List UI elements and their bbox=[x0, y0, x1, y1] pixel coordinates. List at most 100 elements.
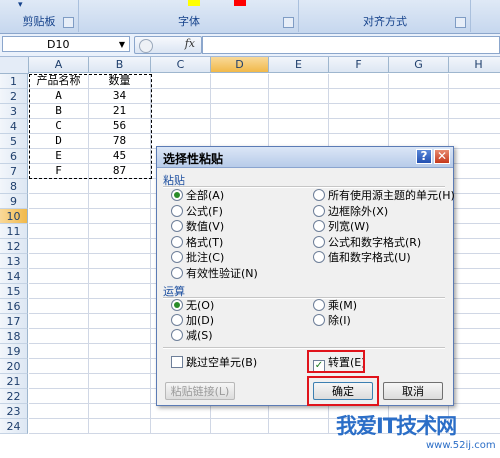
dialog-launcher-icon[interactable] bbox=[455, 17, 466, 28]
cell-c2[interactable] bbox=[151, 89, 211, 104]
cell-a8[interactable] bbox=[29, 179, 89, 194]
cell-a18[interactable] bbox=[29, 329, 89, 344]
radio-button[interactable] bbox=[313, 189, 325, 201]
cell-h16[interactable] bbox=[449, 299, 500, 314]
cell-b8[interactable] bbox=[89, 179, 151, 194]
radio-option[interactable]: 公式和数字格式(R) bbox=[313, 235, 421, 250]
row-header-22[interactable]: 22 bbox=[0, 389, 28, 404]
cell-a9[interactable] bbox=[29, 194, 89, 209]
row-header-24[interactable]: 24 bbox=[0, 419, 28, 434]
ok-button[interactable]: 确定 bbox=[313, 382, 373, 400]
radio-button[interactable] bbox=[171, 235, 183, 248]
radio-option[interactable]: 值和数字格式(U) bbox=[313, 251, 411, 265]
cell-b1[interactable]: 数量 bbox=[89, 74, 151, 89]
cell-g3[interactable] bbox=[389, 104, 449, 119]
cell-a16[interactable] bbox=[29, 299, 89, 314]
row-header-7[interactable]: 7 bbox=[0, 164, 28, 179]
cell-b6[interactable]: 45 bbox=[89, 149, 151, 164]
cell-b9[interactable] bbox=[89, 194, 151, 209]
cell-b16[interactable] bbox=[89, 299, 151, 314]
cell-b22[interactable] bbox=[89, 389, 151, 404]
cell-h18[interactable] bbox=[449, 329, 500, 344]
cell-h2[interactable] bbox=[449, 89, 500, 104]
font-color-swatch[interactable] bbox=[234, 0, 246, 6]
cell-b24[interactable] bbox=[89, 419, 151, 434]
column-header-h[interactable]: H bbox=[449, 57, 500, 73]
cell-h5[interactable] bbox=[449, 134, 500, 149]
cell-b12[interactable] bbox=[89, 239, 151, 254]
cell-h3[interactable] bbox=[449, 104, 500, 119]
cell-a15[interactable] bbox=[29, 284, 89, 299]
row-header-14[interactable]: 14 bbox=[0, 269, 28, 284]
cell-h21[interactable] bbox=[449, 374, 500, 389]
row-header-21[interactable]: 21 bbox=[0, 374, 28, 389]
cell-f4[interactable] bbox=[329, 119, 389, 134]
dialog-launcher-icon[interactable] bbox=[63, 17, 74, 28]
cell-h12[interactable] bbox=[449, 239, 500, 254]
cell-a21[interactable] bbox=[29, 374, 89, 389]
radio-button[interactable] bbox=[171, 204, 183, 217]
cell-e2[interactable] bbox=[269, 89, 329, 104]
radio-option[interactable]: 全部(A) bbox=[171, 189, 224, 203]
radio-option[interactable]: 公式(F) bbox=[171, 204, 223, 219]
radio-button[interactable] bbox=[171, 189, 183, 201]
row-header-8[interactable]: 8 bbox=[0, 179, 28, 194]
row-header-10[interactable]: 10 bbox=[0, 209, 28, 224]
skip-blanks-checkbox[interactable]: 跳过空单元(B) bbox=[171, 356, 257, 370]
cell-c1[interactable] bbox=[151, 74, 211, 89]
radio-option[interactable]: 边框除外(X) bbox=[313, 204, 388, 219]
cell-d24[interactable] bbox=[211, 419, 269, 434]
radio-option[interactable]: 乘(M) bbox=[313, 299, 357, 313]
cell-h9[interactable] bbox=[449, 194, 500, 209]
paste-link-button[interactable]: 粘贴链接(L) bbox=[165, 382, 235, 400]
row-header-15[interactable]: 15 bbox=[0, 284, 28, 299]
column-header-g[interactable]: G bbox=[389, 57, 449, 73]
transpose-checkbox[interactable]: ✓ 转置(E) bbox=[313, 356, 366, 372]
cell-h7[interactable] bbox=[449, 164, 500, 179]
select-all-corner[interactable] bbox=[0, 57, 29, 74]
row-header-4[interactable]: 4 bbox=[0, 119, 28, 134]
cell-h13[interactable] bbox=[449, 254, 500, 269]
cell-b18[interactable] bbox=[89, 329, 151, 344]
radio-button[interactable] bbox=[313, 314, 325, 326]
cell-b19[interactable] bbox=[89, 344, 151, 359]
row-header-3[interactable]: 3 bbox=[0, 104, 28, 119]
cell-h20[interactable] bbox=[449, 359, 500, 374]
radio-option[interactable]: 格式(T) bbox=[171, 235, 223, 250]
cell-c3[interactable] bbox=[151, 104, 211, 119]
cell-b20[interactable] bbox=[89, 359, 151, 374]
cell-b7[interactable]: 87 bbox=[89, 164, 151, 179]
radio-button[interactable] bbox=[171, 329, 183, 341]
cell-h15[interactable] bbox=[449, 284, 500, 299]
cell-a22[interactable] bbox=[29, 389, 89, 404]
cell-a7[interactable]: F bbox=[29, 164, 89, 179]
cell-h11[interactable] bbox=[449, 224, 500, 239]
cell-c24[interactable] bbox=[151, 419, 211, 434]
cell-h4[interactable] bbox=[449, 119, 500, 134]
radio-option[interactable]: 批注(C) bbox=[171, 251, 224, 265]
row-header-1[interactable]: 1 bbox=[0, 74, 28, 89]
cell-g1[interactable] bbox=[389, 74, 449, 89]
insert-function-icon[interactable]: fx bbox=[185, 37, 195, 50]
cell-e3[interactable] bbox=[269, 104, 329, 119]
formula-input[interactable] bbox=[202, 36, 500, 54]
column-header-b[interactable]: B bbox=[89, 57, 151, 73]
cell-h14[interactable] bbox=[449, 269, 500, 284]
cell-a20[interactable] bbox=[29, 359, 89, 374]
row-header-23[interactable]: 23 bbox=[0, 404, 28, 419]
cell-b2[interactable]: 34 bbox=[89, 89, 151, 104]
row-header-5[interactable]: 5 bbox=[0, 134, 28, 149]
cell-h6[interactable] bbox=[449, 149, 500, 164]
chevron-down-icon[interactable]: ▼ bbox=[119, 37, 125, 53]
column-header-e[interactable]: E bbox=[269, 57, 329, 73]
close-icon[interactable]: ✕ bbox=[434, 149, 450, 164]
cell-g4[interactable] bbox=[389, 119, 449, 134]
cell-a17[interactable] bbox=[29, 314, 89, 329]
radio-button[interactable] bbox=[171, 251, 183, 263]
radio-button[interactable] bbox=[313, 204, 325, 217]
radio-option[interactable]: 列宽(W) bbox=[313, 220, 369, 234]
cell-b11[interactable] bbox=[89, 224, 151, 239]
cell-a14[interactable] bbox=[29, 269, 89, 284]
cell-d3[interactable] bbox=[211, 104, 269, 119]
radio-option[interactable]: 所有使用源主题的单元(H) bbox=[313, 189, 455, 203]
